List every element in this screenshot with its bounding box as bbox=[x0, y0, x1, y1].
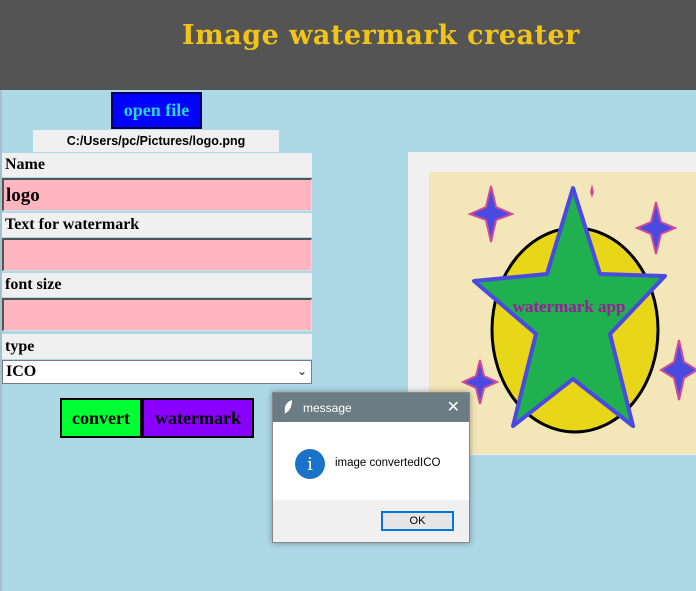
file-path-label: C:/Users/pc/Pictures/logo.png bbox=[33, 130, 279, 152]
message-dialog: message ✕ i image convertedICO OK bbox=[272, 392, 470, 543]
name-input[interactable] bbox=[2, 178, 312, 211]
dialog-body: i image convertedICO bbox=[273, 422, 469, 500]
font-size-label: font size bbox=[2, 273, 312, 297]
dialog-message: image convertedICO bbox=[335, 457, 441, 469]
dialog-titlebar: message ✕ bbox=[273, 393, 469, 422]
convert-button[interactable]: convert bbox=[60, 398, 142, 438]
type-select[interactable]: ICO ⌄ bbox=[2, 360, 312, 384]
type-select-value: ICO bbox=[6, 363, 37, 380]
logo-text: watermark app bbox=[513, 297, 626, 316]
font-size-input[interactable] bbox=[2, 298, 312, 331]
dialog-title: message bbox=[303, 401, 352, 415]
watermark-text-label: Text for watermark bbox=[2, 213, 312, 237]
name-label: Name bbox=[2, 153, 312, 177]
watermark-text-input[interactable] bbox=[2, 238, 312, 271]
app-title: Image watermark creater bbox=[182, 20, 580, 51]
sparkle-top-left bbox=[467, 185, 515, 243]
info-icon: i bbox=[295, 449, 325, 479]
open-file-button[interactable]: open file bbox=[111, 92, 202, 129]
close-icon[interactable]: ✕ bbox=[447, 397, 460, 416]
dialog-footer: OK bbox=[273, 500, 469, 542]
app-header: Image watermark creater bbox=[0, 0, 696, 90]
type-label: type bbox=[2, 334, 312, 359]
chevron-down-icon[interactable]: ⌄ bbox=[297, 364, 307, 378]
feather-icon bbox=[284, 400, 292, 414]
watermark-button[interactable]: watermark bbox=[142, 398, 254, 438]
ok-button[interactable]: OK bbox=[381, 511, 454, 531]
